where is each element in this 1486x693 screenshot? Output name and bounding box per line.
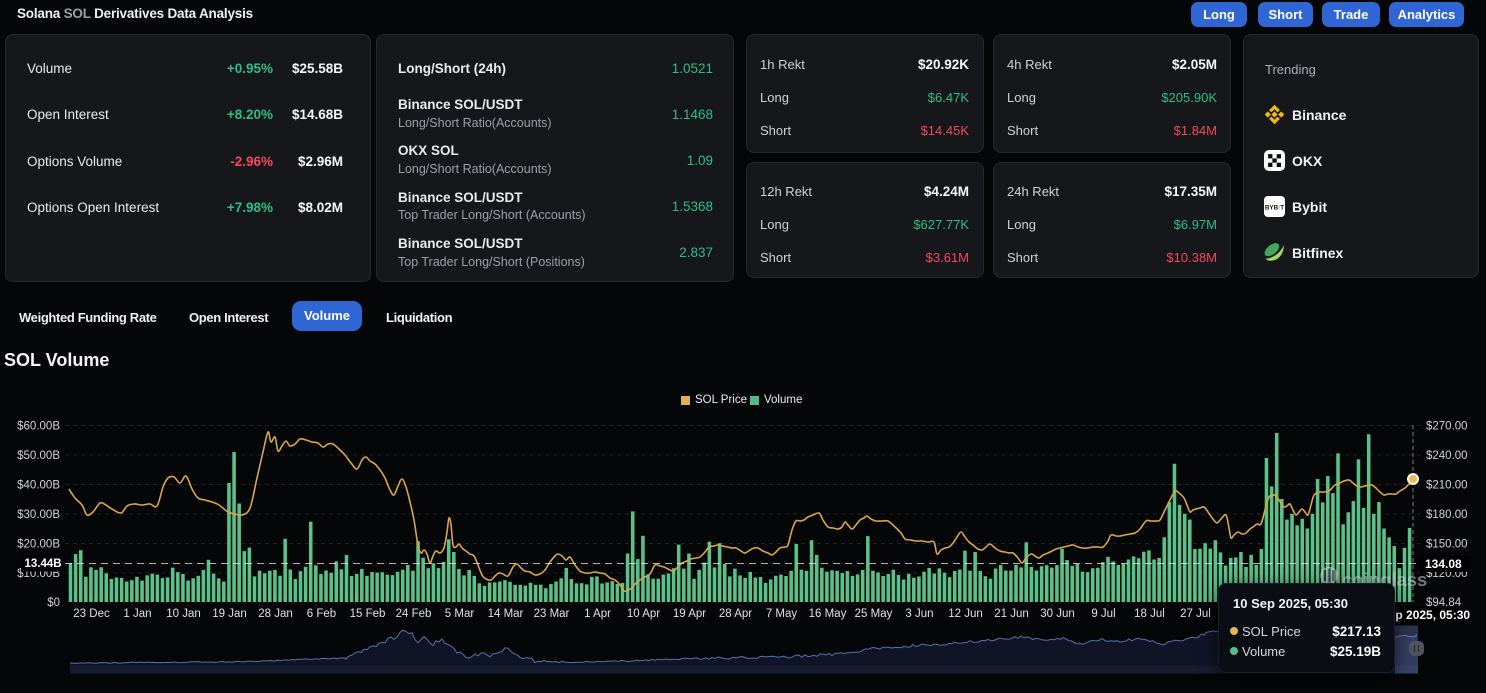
svg-text:$240.00: $240.00 [1426,450,1468,462]
svg-text:$20.00B: $20.00B [17,539,60,551]
svg-text:$60.00B: $60.00B [17,421,60,433]
svg-text:1 Jan: 1 Jan [123,608,151,620]
svg-text:$0: $0 [47,597,60,609]
svg-text:10 Apr: 10 Apr [627,608,660,620]
svg-text:$30.00B: $30.00B [17,509,60,521]
svg-text:3 Jun: 3 Jun [905,608,933,620]
svg-text:15 Feb: 15 Feb [350,608,386,620]
svg-text:$180.00: $180.00 [1426,509,1468,521]
svg-text:30 Jun: 30 Jun [1040,608,1075,620]
svg-text:28 Jan: 28 Jan [258,608,293,620]
svg-text:28 Apr: 28 Apr [719,608,752,620]
svg-text:24 Feb: 24 Feb [396,608,432,620]
svg-text:19 Jan: 19 Jan [212,608,247,620]
svg-text:6 Feb: 6 Feb [307,608,336,620]
svg-text:7 May: 7 May [766,608,798,620]
svg-text:$210.00: $210.00 [1426,480,1468,492]
svg-text:9 Jul: 9 Jul [1091,608,1115,620]
svg-text:12 Jun: 12 Jun [948,608,983,620]
svg-text:27 Jul: 27 Jul [1180,608,1211,620]
svg-text:18 Jul: 18 Jul [1134,608,1165,620]
svg-text:23 Mar: 23 Mar [534,608,570,620]
svg-text:$150.00: $150.00 [1426,539,1468,551]
svg-text:13.44B: 13.44B [24,558,61,570]
svg-text:14 Mar: 14 Mar [488,608,524,620]
svg-text:23 Dec: 23 Dec [73,608,110,620]
svg-text:21 Jun: 21 Jun [994,608,1029,620]
svg-text:134.08: 134.08 [1425,557,1462,571]
svg-text:5 Mar: 5 Mar [445,608,475,620]
svg-text:16 May: 16 May [809,608,847,620]
svg-text:10 Jan: 10 Jan [166,608,201,620]
svg-text:$40.00B: $40.00B [17,480,60,492]
svg-text:19 Apr: 19 Apr [673,608,706,620]
svg-text:$50.00B: $50.00B [17,450,60,462]
svg-text:25 May: 25 May [855,608,893,620]
svg-text:$270.00: $270.00 [1426,421,1468,433]
svg-text:1 Apr: 1 Apr [584,608,611,620]
